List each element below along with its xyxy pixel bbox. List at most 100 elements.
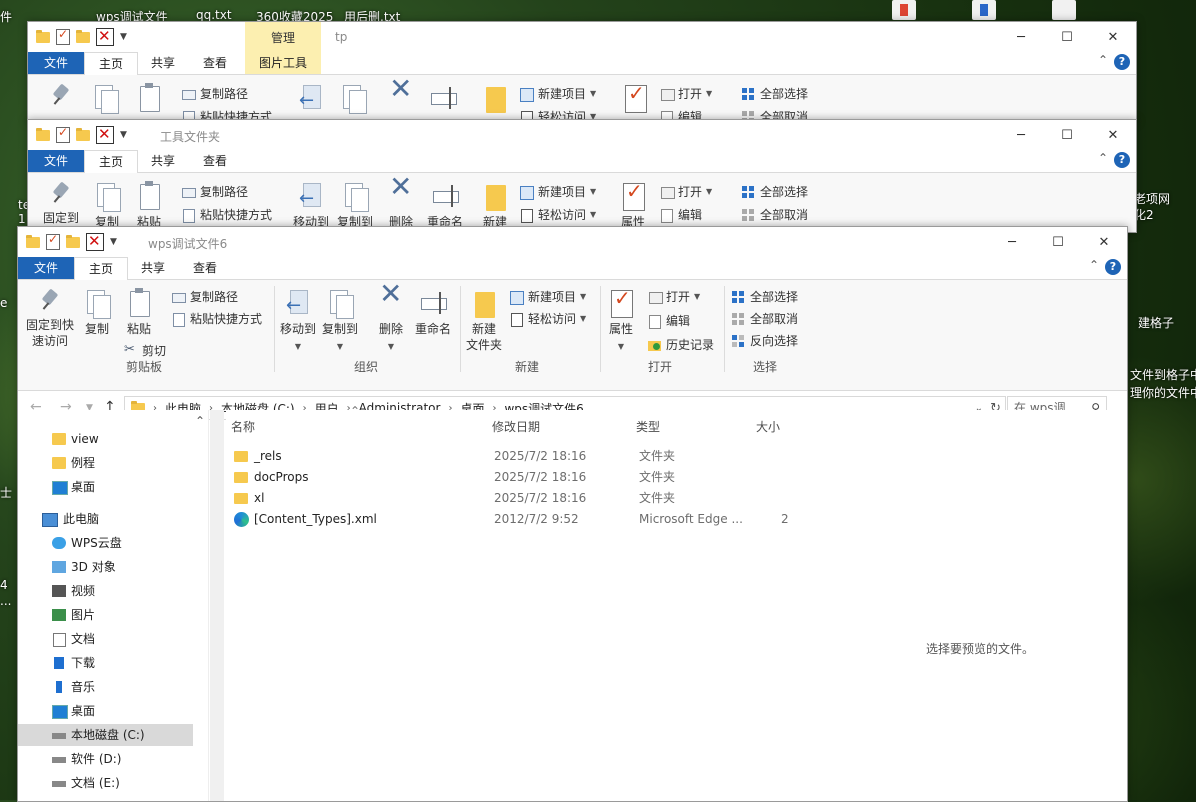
chevron-down-icon[interactable]: ▼	[120, 130, 127, 140]
desktop-icon-label[interactable]: qq.txt	[196, 8, 232, 22]
file-row[interactable]: docProps 2025/7/2 18:16 文件夹	[226, 467, 806, 488]
new-item-button[interactable]: 新建项目 ▼	[510, 288, 586, 305]
close-button[interactable]: ✕	[1090, 120, 1136, 150]
new-folder-button[interactable]: 新建 文件夹	[462, 288, 506, 353]
move-to-icon[interactable]	[297, 181, 325, 211]
close-button[interactable]: ✕	[1090, 22, 1136, 52]
new-folder-icon[interactable]	[481, 181, 509, 211]
copy-icon[interactable]	[91, 83, 119, 114]
open-button[interactable]: 打开 ▼	[648, 288, 700, 305]
select-all-button[interactable]: 全部选择	[742, 85, 808, 102]
new-folder-icon[interactable]	[66, 234, 80, 248]
pin-icon[interactable]	[50, 83, 72, 109]
new-item-button[interactable]: 新建项目 ▼	[520, 183, 596, 200]
help-icon[interactable]: ?	[1105, 259, 1121, 275]
minimize-button[interactable]: ─	[998, 120, 1044, 150]
minimize-button[interactable]: ─	[989, 227, 1035, 257]
select-none-button[interactable]: 全部取消	[732, 310, 798, 327]
edit-button[interactable]: 编辑	[648, 312, 690, 329]
chevron-up-icon[interactable]: ⌃	[1098, 53, 1108, 67]
column-header-size[interactable]: 大小	[756, 418, 780, 435]
copy-to-icon[interactable]	[339, 83, 367, 114]
pin-icon[interactable]	[50, 181, 72, 207]
column-header-type[interactable]: 类型	[636, 418, 660, 435]
delete-icon[interactable]	[96, 125, 114, 144]
nav-item[interactable]: WPS云盘	[18, 532, 193, 554]
nav-item[interactable]: 文档	[18, 628, 193, 650]
nav-scrollbar[interactable]	[210, 410, 224, 801]
rename-icon[interactable]	[431, 181, 459, 211]
nav-item[interactable]: 桌面	[18, 476, 193, 498]
manage-context-tab[interactable]: 管理	[245, 22, 321, 52]
paste-icon[interactable]	[135, 83, 163, 113]
maximize-button[interactable]: ☐	[1044, 120, 1090, 150]
invert-selection-button[interactable]: 反向选择	[732, 332, 798, 349]
desktop-file-icon[interactable]	[892, 0, 916, 20]
column-header-name[interactable]: 名称	[231, 418, 255, 435]
delete-icon[interactable]	[86, 232, 104, 251]
copy-to-icon[interactable]	[341, 181, 369, 212]
chevron-up-icon[interactable]: ⌃	[1098, 151, 1108, 165]
rename-button[interactable]: 重命名	[410, 288, 456, 337]
paste-button[interactable]: 粘贴	[122, 288, 156, 337]
help-icon[interactable]: ?	[1114, 54, 1130, 70]
title-bar[interactable]: ▼ 工具文件夹 ─ ☐ ✕	[28, 120, 1136, 150]
file-row[interactable]: xl 2025/7/2 18:16 文件夹	[226, 488, 806, 509]
tab-share[interactable]: 共享	[138, 150, 188, 172]
properties-icon[interactable]	[46, 232, 60, 250]
select-none-button[interactable]: 全部取消	[742, 206, 808, 223]
properties-icon[interactable]	[619, 181, 647, 211]
nav-item[interactable]: 桌面	[18, 700, 193, 722]
tab-share[interactable]: 共享	[138, 52, 188, 74]
copy-button[interactable]: 复制	[80, 288, 114, 337]
paste-icon[interactable]	[135, 181, 163, 211]
move-to-button[interactable]: 移动到▼	[276, 288, 320, 355]
explorer-window-main[interactable]: ▼ wps调试文件6 ─ ☐ ✕ 文件 主页 共享 查看 ⌃ ? 固定到快速访问…	[17, 226, 1128, 802]
title-bar[interactable]: ▼ wps调试文件6 ─ ☐ ✕	[18, 227, 1127, 257]
file-row[interactable]: [Content_Types].xml 2012/7/2 9:52 Micros…	[226, 509, 806, 530]
close-button[interactable]: ✕	[1081, 227, 1127, 257]
explorer-window-tools[interactable]: ▼ 工具文件夹 ─ ☐ ✕ 文件 主页 共享 查看 ⌃ ? 固定到快 复制 粘贴…	[27, 119, 1137, 233]
move-to-icon[interactable]	[297, 83, 325, 113]
properties-icon[interactable]	[621, 83, 649, 113]
chevron-up-icon[interactable]: ⌃	[195, 414, 205, 428]
easy-access-button[interactable]: 轻松访问 ▼	[520, 206, 596, 223]
nav-item[interactable]: 软件 (D:)	[18, 748, 193, 770]
delete-icon[interactable]	[387, 179, 415, 211]
paste-shortcut-button[interactable]: 粘贴快捷方式	[182, 206, 272, 223]
maximize-button[interactable]: ☐	[1044, 22, 1090, 52]
column-header-date[interactable]: 修改日期	[492, 418, 540, 435]
minimize-button[interactable]: ─	[998, 22, 1044, 52]
copy-path-button[interactable]: 复制路径	[182, 85, 248, 102]
nav-item[interactable]: view	[18, 428, 193, 450]
tab-view[interactable]: 查看	[190, 52, 240, 74]
chevron-down-icon[interactable]: ▼	[120, 32, 127, 42]
tab-share[interactable]: 共享	[128, 257, 178, 279]
delete-icon[interactable]	[387, 81, 415, 113]
delete-icon[interactable]	[96, 27, 114, 46]
nav-item[interactable]: 文档 (E:)	[18, 772, 193, 794]
rename-icon[interactable]	[429, 83, 457, 113]
explorer-window-tp[interactable]: ▼ 管理 tp ─ ☐ ✕ 文件 主页 共享 查看 图片工具 ⌃ ? 复制路径 …	[27, 21, 1137, 123]
cut-button[interactable]: 剪切	[124, 342, 166, 359]
delete-button[interactable]: 删除▼	[372, 286, 410, 355]
desktop-file-icon[interactable]	[972, 0, 996, 20]
easy-access-button[interactable]: 轻松访问 ▼	[510, 310, 586, 327]
pin-quick-access-button[interactable]: 固定到快 速访问	[22, 288, 78, 349]
nav-item[interactable]: 音乐	[18, 676, 193, 698]
nav-item[interactable]: 此电脑	[18, 508, 193, 530]
open-button[interactable]: 打开 ▼	[660, 85, 712, 102]
chevron-down-icon[interactable]: ▼	[110, 237, 117, 247]
tab-picture-tools[interactable]: 图片工具	[245, 52, 321, 74]
nav-item[interactable]: 图片	[18, 604, 193, 626]
tab-home[interactable]: 主页	[84, 52, 138, 76]
tab-file[interactable]: 文件	[28, 52, 84, 74]
new-folder-icon[interactable]	[76, 127, 90, 141]
maximize-button[interactable]: ☐	[1035, 227, 1081, 257]
tab-file[interactable]: 文件	[18, 257, 74, 279]
copy-path-button[interactable]: 复制路径	[172, 288, 238, 305]
tab-file[interactable]: 文件	[28, 150, 84, 172]
copy-path-button[interactable]: 复制路径	[182, 183, 248, 200]
new-folder-icon[interactable]	[76, 29, 90, 43]
properties-icon[interactable]	[56, 125, 70, 143]
